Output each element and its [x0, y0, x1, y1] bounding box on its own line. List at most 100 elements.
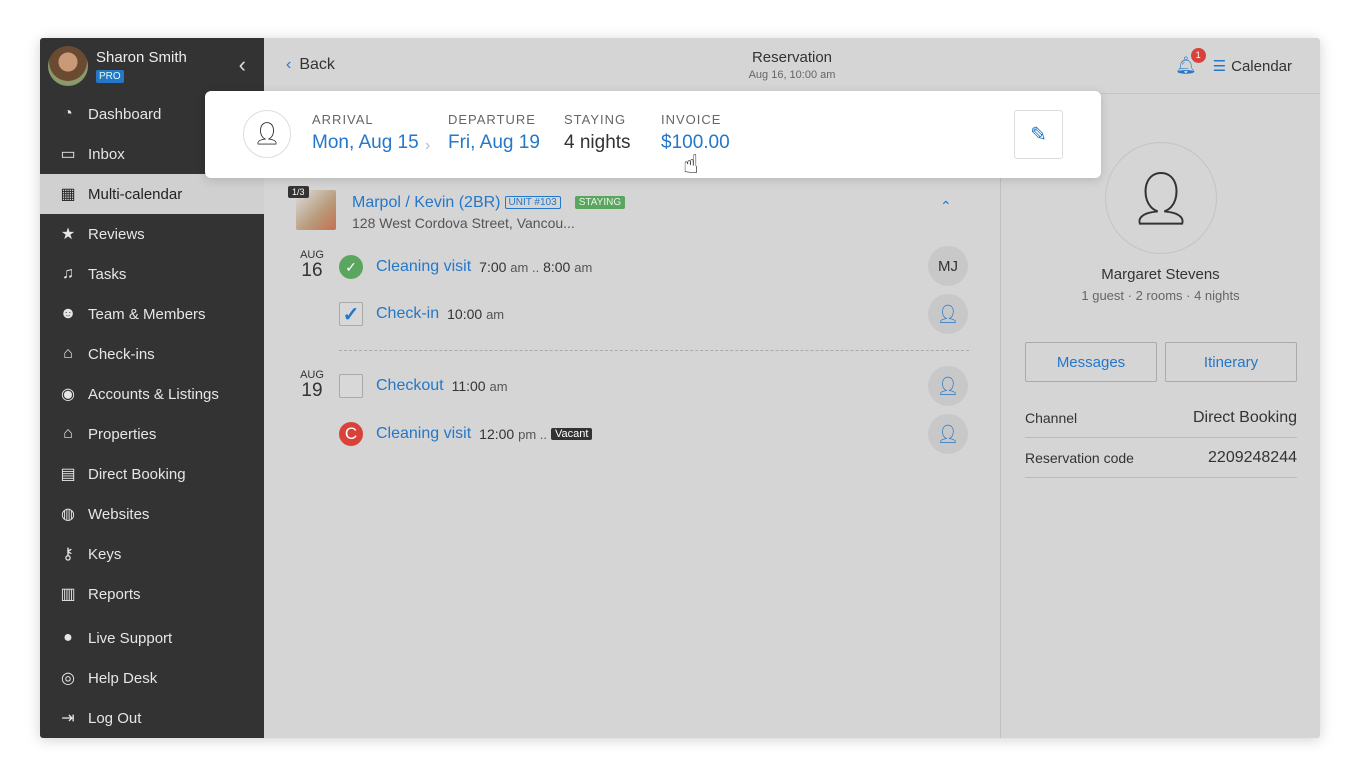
home-icon: ⌂	[63, 425, 73, 442]
sidebar-item-check-ins[interactable]: ⌂ Check-ins	[40, 334, 264, 374]
chevron-right-icon: ›	[425, 137, 431, 154]
sidebar-item-label: Inbox	[88, 145, 125, 163]
photo-count: 1/3	[288, 186, 309, 198]
departure-date[interactable]: Fri, Aug 19	[448, 132, 540, 154]
globe-icon: ◍	[61, 506, 75, 523]
gauge-icon: ◔	[63, 105, 73, 122]
itinerary-button[interactable]: Itinerary	[1165, 342, 1297, 382]
guest-name: Margaret Stevens	[1101, 266, 1220, 283]
sidebar-item-label: Live Support	[88, 629, 173, 647]
date-aug-19: AUG 19	[300, 369, 324, 401]
status-badge: STAYING	[574, 196, 626, 209]
guest-avatar-icon: 👤︎	[1105, 142, 1217, 254]
sidebar-item-label: Properties	[88, 425, 157, 443]
divider	[339, 350, 969, 351]
sidebar-item-label: Accounts & Listings	[88, 385, 219, 403]
assign-user-icon[interactable]: 👤︎	[928, 294, 968, 334]
arrival-field: ARRIVAL Mon, Aug 15	[312, 112, 419, 154]
sidebar-item-multi-calendar[interactable]: ▦ Multi-calendar	[40, 174, 264, 214]
lifebuoy-icon: ◎	[61, 670, 75, 687]
assignee-avatar[interactable]: MJ	[928, 246, 968, 286]
key-icon: ⚷	[62, 546, 74, 563]
notifications-bell-icon[interactable]: 🔔︎ 1	[1175, 48, 1206, 76]
task-row: ✓ Cleaning visit 7:00 am .. 8:00 am	[339, 255, 592, 279]
arrival-date[interactable]: Mon, Aug 15	[312, 132, 419, 154]
avatar	[48, 46, 88, 86]
reservation-summary-card: 👤︎ ARRIVAL Mon, Aug 15 › DEPARTURE Fri, Au…	[205, 91, 1101, 179]
sidebar-item-team-members[interactable]: ☻ Team & Members	[40, 294, 264, 334]
sidebar-item-label: Team & Members	[88, 305, 206, 323]
plan-badge: PRO	[96, 69, 124, 83]
code-window-icon: ▤	[60, 466, 76, 483]
reservation-code-row: Reservation code 2209248244	[1025, 438, 1297, 478]
sidebar-item-websites[interactable]: ◍ Websites	[40, 494, 264, 534]
guest-icon: 👤︎	[243, 110, 291, 158]
user-name: Sharon Smith	[96, 48, 187, 66]
sidebar-item-label: Check-ins	[88, 345, 155, 363]
sidebar-item-accounts-listings[interactable]: ◉ Accounts & Listings	[40, 374, 264, 414]
invoice-field: INVOICE $100.00	[661, 112, 730, 153]
sidebar-item-reviews[interactable]: ★ Reviews	[40, 214, 264, 254]
collapse-sidebar-icon[interactable]: ‹	[239, 52, 246, 78]
sidebar-item-log-out[interactable]: ⇥ Log Out	[40, 698, 264, 738]
user-profile[interactable]: Sharon Smith PRO ‹	[40, 38, 264, 94]
listing-name[interactable]: Marpol / Kevin (2BR)	[352, 194, 501, 211]
page-title: Reservation	[751, 49, 833, 66]
sidebar-item-direct-booking[interactable]: ▤ Direct Booking	[40, 454, 264, 494]
messages-button[interactable]: Messages	[1025, 342, 1157, 382]
sidebar-item-label: Tasks	[88, 265, 127, 283]
chat-icon: ●	[63, 629, 73, 646]
calendar-button[interactable]: ☰ Calendar	[1213, 57, 1292, 75]
star-icon: ★	[60, 226, 76, 243]
assign-user-icon[interactable]: 👤︎	[928, 414, 968, 454]
staying-field: STAYING 4 nights	[564, 112, 631, 153]
collapse-chevron-icon[interactable]: ⌃	[940, 198, 952, 215]
sidebar-item-label: Help Desk	[88, 669, 158, 687]
task-name[interactable]: Cleaning visit	[376, 425, 471, 443]
sidebar-item-label: Log Out	[88, 709, 142, 727]
task-name[interactable]: Check-in	[376, 305, 439, 323]
calendar-label: Calendar	[1231, 58, 1292, 75]
guest-details: 1 guest · 2 rooms · 4 nights	[1081, 288, 1240, 303]
cleaning-status-icon: C	[339, 422, 363, 446]
bell-icon: ⌂	[63, 345, 73, 362]
inbox-icon: ▭	[60, 146, 76, 163]
task-row: C Cleaning visit 12:00 pm .. Vacant	[339, 422, 593, 446]
sidebar-item-reports[interactable]: ▥ Reports	[40, 574, 264, 614]
top-bar: ‹ Back Reservation Aug 16, 10:00 am 🔔︎ 1 ☰ C…	[264, 38, 1320, 94]
guest-panel: 👤︎ Margaret Stevens 1 guest · 2 rooms · …	[1000, 95, 1320, 738]
sidebar-item-label: Direct Booking	[88, 465, 186, 483]
sidebar-item-keys[interactable]: ⚷ Keys	[40, 534, 264, 574]
sidebar-item-label: Websites	[88, 505, 150, 523]
assign-user-icon[interactable]: 👤︎	[928, 366, 968, 406]
page-subtitle: Aug 16, 10:00 am	[748, 69, 836, 81]
check-circle-icon: ✓	[339, 255, 363, 279]
chart-icon: ▥	[60, 586, 76, 603]
checkbox-unchecked[interactable]	[339, 374, 363, 398]
unit-badge: UNIT #103	[504, 196, 561, 209]
sidebar-nav: ◔ Dashboard ▭ Inbox ▦ Multi-calendar ★ Reviews ♫…	[40, 94, 264, 738]
sidebar-item-tasks[interactable]: ♫ Tasks	[40, 254, 264, 294]
app-window: Sharon Smith PRO ‹ ◔ Dashboard ▭ Inbox ▦ Mult…	[40, 38, 1320, 738]
calendar-search-icon: ☰	[1212, 58, 1227, 75]
sidebar-item-label: Multi-calendar	[88, 185, 183, 203]
task-row: Checkout 11:00 am	[339, 374, 508, 398]
channel-row: Channel Direct Booking	[1025, 398, 1297, 438]
sidebar-item-properties[interactable]: ⌂ Properties	[40, 414, 264, 454]
sidebar-item-label: Reviews	[88, 225, 145, 243]
task-name[interactable]: Cleaning visit	[376, 258, 471, 276]
task-name[interactable]: Checkout	[376, 377, 444, 395]
edit-pencil-icon[interactable]: ✎	[1014, 110, 1063, 159]
checkbox-checked[interactable]: ✓	[339, 302, 363, 326]
sidebar-item-live-support[interactable]: ● Live Support	[40, 618, 264, 658]
account-icon: ◉	[61, 386, 75, 403]
date-aug-16: AUG 16	[300, 249, 324, 281]
users-icon: ☻	[59, 305, 77, 322]
sidebar-item-help-desk[interactable]: ◎ Help Desk	[40, 658, 264, 698]
vacuum-icon: ♫	[62, 265, 74, 282]
sidebar-item-label: Dashboard	[88, 105, 162, 123]
calendar-icon: ▦	[60, 186, 76, 203]
listing-address: 128 West Cordova Street, Vancou...	[352, 215, 575, 231]
vacant-tag: Vacant	[551, 428, 593, 440]
hand-cursor-icon: ☝︎	[683, 149, 699, 179]
